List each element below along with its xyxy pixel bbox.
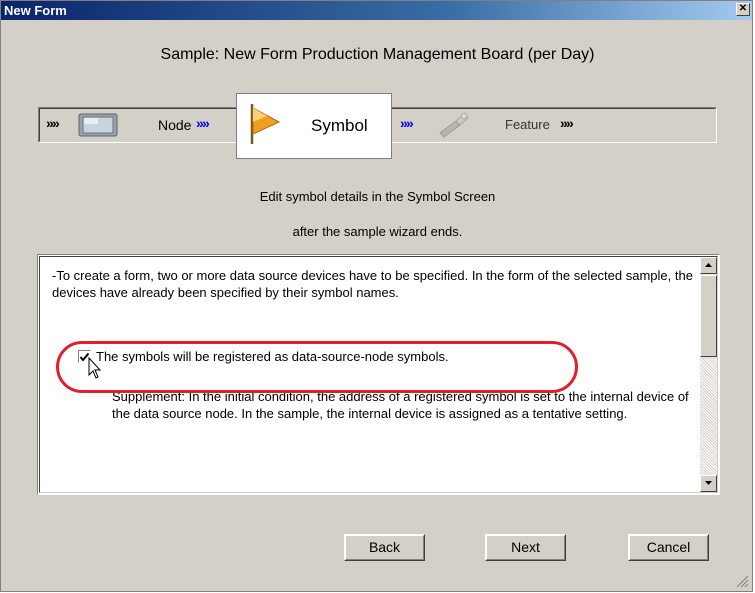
tool-icon [436,111,472,139]
wizard-steps: » » Node » » Symbol » » Feature » » [38,93,717,159]
arrow-down-icon [705,481,712,485]
chevron-icon: » [406,115,414,131]
step-symbol-tab: Symbol [236,93,392,159]
step-symbol-label: Symbol [311,116,368,135]
help-text-line-2: after the sample wizard ends. [292,224,463,239]
resize-grip-icon[interactable] [735,574,749,588]
scroll-down-button[interactable] [700,475,717,492]
chevron-icon: » [560,115,568,131]
scroll-up-button[interactable] [700,257,717,274]
chevron-icon: » [52,115,60,131]
sample-title: Sample: New Form Production Management B… [160,46,595,63]
chevron-icon: » [400,115,408,131]
chevron-icon: » [202,115,210,131]
vertical-scrollbar[interactable] [700,257,717,492]
chevron-icon: » [46,115,54,131]
step-node-label: Node [158,117,192,133]
close-button[interactable]: ✕ [736,3,750,16]
monitor-icon [78,112,120,138]
help-text-line-1: Edit symbol details in the Symbol Screen [259,189,496,204]
title-bar[interactable]: New Form ✕ [1,1,752,20]
step-feature-label: Feature [505,117,550,132]
chevron-icon: » [566,115,574,131]
flag-icon [247,102,281,146]
arrow-up-icon [705,263,712,267]
window-title: New Form [4,3,67,18]
chevron-icon: » [196,115,204,131]
scroll-thumb[interactable] [700,275,717,357]
close-icon: ✕ [738,3,748,14]
new-form-dialog: New Form ✕ Sample: New Form Production M… [0,0,753,592]
cancel-button[interactable]: Cancel [628,534,709,561]
back-button[interactable]: Back [344,534,425,561]
highlight-annotation [56,341,578,393]
scroll-track[interactable] [700,359,717,477]
next-button[interactable]: Next [485,534,566,561]
supplement-text: Supplement: In the initial condition, th… [112,389,689,421]
description-paragraph: -To create a form, two or more data sour… [52,268,693,300]
